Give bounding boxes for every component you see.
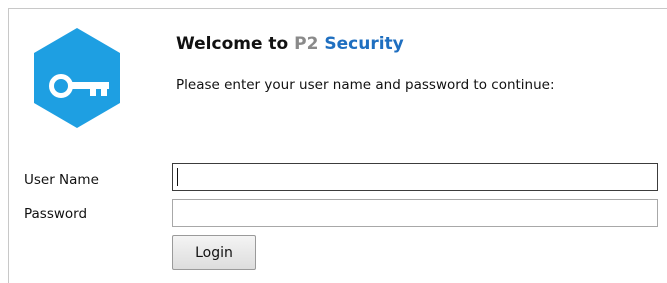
username-label: User Name [24,172,99,188]
brand-security: Security [318,34,404,54]
password-input[interactable] [172,199,658,227]
text-caret [177,168,178,186]
title-prefix: Welcome to [176,34,295,54]
brand-p2: P2 [294,34,319,54]
page-title: Welcome to P2 Security [176,34,404,54]
login-button[interactable]: Login [172,235,256,270]
instructions-text: Please enter your user name and password… [176,77,555,93]
password-label: Password [24,206,88,222]
key-icon [25,26,129,130]
username-input[interactable] [172,163,658,191]
